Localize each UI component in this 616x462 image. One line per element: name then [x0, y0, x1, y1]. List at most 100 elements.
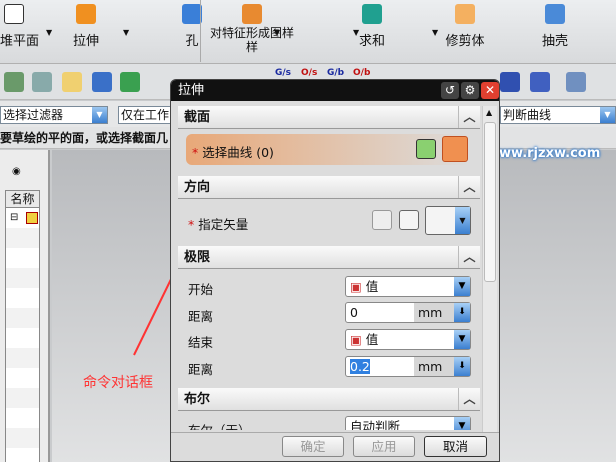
arrow-down-icon[interactable]: ⬇ — [454, 357, 470, 376]
type-filter-select[interactable]: 选择过滤器 ▼ — [0, 106, 108, 124]
button-label: 求和 — [358, 34, 385, 49]
required-icon: * — [192, 145, 199, 160]
end-distance-input[interactable]: 0.2 mm ⬇ — [345, 356, 471, 377]
pattern-icon — [242, 4, 262, 24]
vector-dialog-icon[interactable] — [399, 210, 419, 230]
snap-label[interactable]: O/s — [301, 68, 317, 78]
datum-plane-button[interactable]: 堆平面 — [0, 2, 44, 49]
sketch-icon — [26, 212, 38, 224]
start-distance-label: 距离 — [188, 309, 214, 324]
sketch-section-icon[interactable] — [416, 139, 436, 159]
dropdown-arrow-icon[interactable]: ▼ — [432, 28, 438, 37]
collapse-icon[interactable]: ︿ — [458, 388, 480, 410]
trim-body-button[interactable]: 修剪体 — [440, 2, 490, 49]
section-header-boolean[interactable]: 布尔 ︿ — [178, 388, 480, 411]
section-header-section[interactable]: 截面 ︿ — [178, 106, 480, 129]
plane-icon — [4, 4, 24, 24]
arrow-down-icon[interactable]: ⬇ — [454, 303, 470, 322]
annotation-label: 命令对话框 — [83, 375, 153, 391]
collapse-icon[interactable]: ︿ — [458, 246, 480, 268]
reset-icon[interactable]: ↺ — [441, 82, 459, 99]
collapse-icon[interactable]: ︿ — [458, 106, 480, 128]
ok-button[interactable]: 确定 — [282, 436, 344, 457]
pattern-feature-button[interactable]: 对特征形成图样样 — [204, 2, 300, 54]
shell-button[interactable]: 抽壳 — [535, 2, 575, 49]
scope-select[interactable]: 仅在工作 — [118, 106, 178, 124]
hole-icon — [182, 4, 202, 24]
spring-icon[interactable] — [530, 72, 550, 92]
curve-rule-select[interactable]: 判断曲线 ▼ — [500, 106, 616, 124]
start-distance-input[interactable]: 0 mm ⬇ — [345, 302, 471, 323]
apply-button[interactable]: 应用 — [353, 436, 415, 457]
collapse-icon[interactable]: ︿ — [458, 176, 480, 198]
close-icon[interactable]: ✕ — [481, 82, 499, 99]
button-label: 抽壳 — [541, 34, 568, 49]
dialog-title: 拉伸 — [178, 83, 205, 98]
boolean-value: 自动判断 — [350, 419, 401, 430]
chevron-down-icon: ▼ — [455, 207, 470, 234]
unite-button[interactable]: 求和 — [352, 2, 392, 49]
column-header-name[interactable]: 名称 — [5, 190, 40, 208]
specify-vector-label: 指定矢量 — [198, 217, 249, 232]
snap-label[interactable]: G/b — [327, 68, 344, 78]
curve-icon[interactable] — [442, 136, 468, 162]
snap-label[interactable]: O/b — [353, 68, 370, 78]
vector-type-select[interactable]: ▼ — [425, 206, 471, 235]
chevron-down-icon: ▼ — [454, 330, 470, 349]
boolean-select[interactable]: 自动判断 ▼ — [345, 416, 471, 430]
feature-toolbar: 堆平面 ▼ 拉伸 ▼ 孔 对特征形成图样样 ▼ 求和 ▼ 修剪体 ▼ 抽壳 — [0, 0, 616, 64]
layer-settings-icon[interactable] — [32, 72, 52, 92]
part-navigator: ◉ 名称 ⊟ — [0, 150, 50, 462]
dropdown-arrow-icon[interactable]: ▼ — [123, 28, 129, 37]
section-header-limits[interactable]: 极限 ︿ — [178, 246, 480, 269]
dialog-scrollbar[interactable]: ▲ — [482, 106, 497, 432]
type-filter-value: 选择过滤器 — [3, 108, 64, 122]
value-icon: ▣ — [350, 279, 366, 294]
check-geometry-icon[interactable] — [120, 72, 140, 92]
select-curve-row[interactable]: * 选择曲线 (0) — [186, 134, 470, 165]
curve-rule-value: 判断曲线 — [503, 108, 552, 122]
dropdown-arrow-icon[interactable]: ▼ — [274, 28, 280, 37]
end-label: 结束 — [188, 335, 214, 350]
chevron-down-icon: ▼ — [454, 277, 470, 296]
boolean-label: 布尔（无） — [188, 420, 251, 430]
pin-icon[interactable]: ◉ — [12, 166, 21, 177]
reverse-direction-icon[interactable] — [372, 210, 392, 230]
collapse-icon[interactable]: ⊟ — [10, 212, 18, 223]
chevron-down-icon: ▼ — [92, 107, 107, 123]
section-header-direction[interactable]: 方向 ︿ — [178, 176, 480, 199]
dropdown-arrow-icon[interactable]: ▼ — [353, 28, 359, 37]
end-type-select[interactable]: ▣ 值 ▼ — [345, 329, 471, 350]
boolean-row: 布尔（无） 自动判断 ▼ — [178, 412, 480, 430]
end-type-value: 值 — [365, 332, 379, 347]
delete-spring-icon[interactable] — [566, 72, 586, 92]
trim-body-icon — [455, 4, 475, 24]
chevron-down-icon: ▼ — [600, 107, 615, 123]
section-title: 极限 — [184, 250, 211, 265]
check-icon[interactable] — [92, 72, 112, 92]
divider — [200, 0, 201, 62]
cancel-button[interactable]: 取消 — [424, 436, 487, 457]
layers-icon[interactable] — [4, 72, 24, 92]
extrude-button[interactable]: 拉伸 — [66, 2, 106, 49]
scroll-up-icon[interactable]: ▲ — [486, 108, 492, 117]
value-icon: ▣ — [350, 332, 366, 347]
note-icon[interactable] — [62, 72, 82, 92]
start-type-value: 值 — [365, 279, 379, 294]
select-curve-label: 选择曲线 (0) — [202, 145, 274, 160]
unit-label: mm — [414, 357, 454, 376]
scrollbar-thumb[interactable] — [484, 122, 496, 282]
snap-label[interactable]: G/s — [275, 68, 291, 78]
unite-icon — [362, 4, 382, 24]
start-label: 开始 — [188, 282, 214, 297]
dropdown-arrow-icon[interactable]: ▼ — [46, 28, 52, 37]
start-type-select[interactable]: ▣ 值 ▼ — [345, 276, 471, 297]
coil-icon[interactable] — [500, 72, 520, 92]
dialog-title-bar[interactable]: 拉伸 ↺ ⚙ ✕ — [171, 80, 499, 101]
gear-icon[interactable]: ⚙ — [461, 82, 479, 99]
navigator-list — [5, 208, 40, 462]
chevron-down-icon: ▼ — [454, 417, 470, 430]
button-label-line2: 样 — [245, 40, 258, 54]
button-label: 对特征形成图样 — [209, 26, 294, 40]
button-label: 拉伸 — [72, 34, 99, 49]
